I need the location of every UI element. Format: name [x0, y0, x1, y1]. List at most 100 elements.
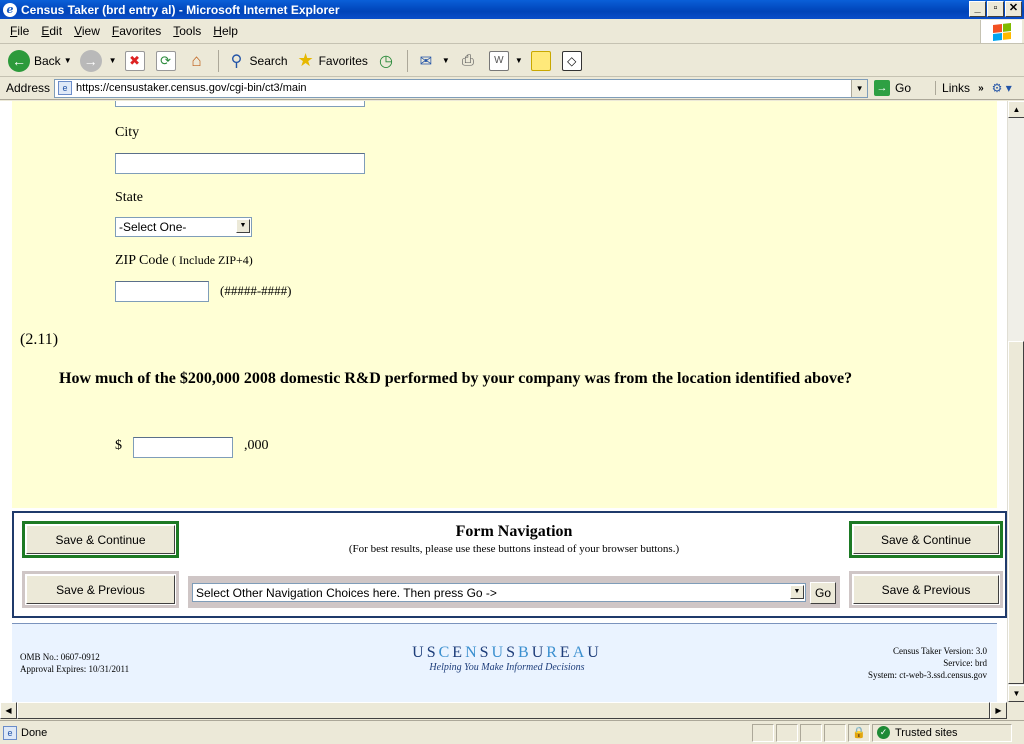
- navigation-go-button[interactable]: Go: [810, 582, 836, 604]
- lock-icon[interactable]: 🔒: [848, 723, 870, 742]
- scroll-left-icon[interactable]: ◀: [0, 702, 17, 719]
- note-icon: [530, 50, 551, 71]
- status-text-area: e Done: [0, 725, 750, 740]
- save-previous-button-left[interactable]: Save & Previous: [26, 575, 175, 604]
- address-input[interactable]: e https://censustaker.census.gov/cgi-bin…: [54, 78, 869, 98]
- forward-button[interactable]: → ▼: [76, 47, 121, 75]
- print-button[interactable]: ⎙: [454, 47, 485, 75]
- notes-button[interactable]: [527, 47, 558, 75]
- question-number: (2.11): [20, 331, 59, 348]
- printer-icon: ⎙: [461, 52, 474, 69]
- trusted-check-icon: ✓: [877, 726, 890, 739]
- minimize-button[interactable]: _: [969, 1, 986, 17]
- close-button[interactable]: ✕: [1005, 1, 1022, 17]
- zip-label: ZIP Code ( Include ZIP+4): [115, 253, 253, 268]
- save-previous-frame-right: Save & Previous: [849, 571, 1003, 608]
- edit-button[interactable]: W ▼: [485, 47, 527, 75]
- logo-tagline: Helping You Make Informed Decisions: [429, 662, 585, 673]
- vertical-scrollbar[interactable]: ▲ ▼: [1007, 101, 1024, 702]
- state-select[interactable]: -Select One- ▼: [115, 217, 252, 237]
- browser-window: e Census Taker (brd entry al) - Microsof…: [0, 0, 1024, 744]
- dollar-sign: $: [115, 438, 122, 453]
- address-url: https://censustaker.census.gov/cgi-bin/c…: [76, 82, 307, 94]
- address-go-button[interactable]: → Go: [874, 80, 911, 96]
- home-button[interactable]: ⌂: [183, 47, 214, 75]
- ie-logo-icon: e: [3, 2, 17, 17]
- menu-favorites[interactable]: Favorites: [106, 24, 167, 38]
- maximize-button[interactable]: ▫: [987, 1, 1004, 17]
- status-cell: [776, 723, 798, 742]
- security-zone[interactable]: ✓ Trusted sites: [872, 723, 1012, 742]
- save-continue-button-left[interactable]: Save & Continue: [26, 525, 175, 554]
- scroll-up-icon[interactable]: ▲: [1008, 101, 1024, 118]
- menu-help[interactable]: Help: [207, 24, 244, 38]
- form-navigation: Save & Continue Form Navigation (For bes…: [12, 511, 1007, 618]
- home-icon: ⌂: [191, 50, 202, 70]
- navigation-select-frame: Select Other Navigation Choices here. Th…: [188, 576, 840, 608]
- scroll-down-icon[interactable]: ▼: [1008, 685, 1024, 702]
- chevron-right-icon[interactable]: »: [978, 83, 984, 94]
- back-arrow-icon: ←: [8, 49, 30, 72]
- refresh-button[interactable]: ⟳: [152, 47, 183, 75]
- census-bureau-logo: USCENSUSBUREAU Helping You Make Informed…: [392, 644, 622, 673]
- amount-input[interactable]: [133, 437, 233, 458]
- address-line-input[interactable]: [115, 101, 365, 107]
- vertical-scroll-thumb[interactable]: [1008, 341, 1024, 684]
- history-button[interactable]: ◷: [372, 47, 403, 75]
- question-text: How much of the $200,000 2008 domestic R…: [59, 370, 853, 387]
- address-dropdown-icon[interactable]: ▼: [851, 79, 868, 97]
- save-continue-frame-left: Save & Continue: [22, 521, 179, 558]
- word-icon: W: [488, 50, 509, 71]
- scroll-right-icon[interactable]: ▶: [990, 702, 1007, 719]
- version-info: Census Taker Version: 3.0 Service: brd S…: [868, 646, 987, 680]
- save-previous-frame-left: Save & Previous: [22, 571, 179, 608]
- save-previous-button-right[interactable]: Save & Previous: [853, 575, 999, 604]
- zip-format-hint: (#####-####): [220, 283, 292, 298]
- favorites-button[interactable]: ★ Favorites: [292, 47, 372, 75]
- zip-input[interactable]: [115, 281, 209, 302]
- windows-logo-icon: [980, 20, 1022, 43]
- stop-icon: ✖: [124, 50, 145, 71]
- zip-hint: ( Include ZIP+4): [172, 253, 253, 267]
- horizontal-scrollbar[interactable]: ◀ ▶: [0, 702, 1007, 719]
- horizontal-scroll-thumb[interactable]: [17, 702, 990, 719]
- chevron-down-icon[interactable]: ▼: [236, 219, 250, 233]
- toolbar-extension-icon[interactable]: ⚙ ▾: [992, 81, 1012, 95]
- omb-info: OMB No.: 0607-0912 Approval Expires: 10/…: [20, 652, 130, 674]
- standard-toolbar: ← Back ▼ → ▼ ✖ ⟳ ⌂ ⚲ Search ★ Favorites ◷ …: [0, 45, 1024, 77]
- stop-button[interactable]: ✖: [121, 47, 152, 75]
- address-bar: Address e https://censustaker.census.gov…: [0, 77, 1024, 100]
- menu-file[interactable]: File: [4, 24, 35, 38]
- messenger-button[interactable]: ◇: [558, 47, 589, 75]
- status-cell: [752, 723, 774, 742]
- menu-view[interactable]: View: [68, 24, 106, 38]
- search-button[interactable]: ⚲ Search: [223, 47, 292, 75]
- page-footer: OMB No.: 0607-0912 Approval Expires: 10/…: [12, 623, 997, 702]
- menu-edit[interactable]: Edit: [35, 24, 68, 38]
- menu-bar: File Edit View Favorites Tools Help: [0, 19, 1024, 44]
- page-icon: e: [58, 81, 73, 95]
- form-area: City State -Select One- ▼ ZIP Code ( Inc…: [12, 101, 997, 508]
- forward-arrow-icon: →: [79, 49, 102, 72]
- links-toolbar[interactable]: Links » ⚙ ▾: [935, 81, 1012, 95]
- go-arrow-icon: →: [874, 80, 891, 96]
- chevron-down-icon[interactable]: ▼: [790, 585, 804, 599]
- scrollbar-corner: [1007, 702, 1024, 719]
- star-icon: ★: [297, 50, 314, 70]
- address-label: Address: [6, 81, 51, 95]
- mail-icon: ✉: [419, 52, 433, 70]
- save-continue-button-right[interactable]: Save & Continue: [853, 525, 999, 554]
- page-viewport: City State -Select One- ▼ ZIP Code ( Inc…: [0, 101, 1007, 702]
- status-bar: e Done 🔒 ✓ Trusted sites: [0, 720, 1024, 744]
- thousands-suffix: ,000: [244, 438, 269, 453]
- navigation-select[interactable]: Select Other Navigation Choices here. Th…: [192, 583, 806, 602]
- status-cell: [800, 723, 822, 742]
- mail-button[interactable]: ✉ ▼: [412, 47, 454, 75]
- history-icon: ◷: [378, 52, 393, 70]
- city-input[interactable]: [115, 153, 365, 174]
- back-button[interactable]: ← Back ▼: [4, 47, 76, 75]
- title-bar[interactable]: e Census Taker (brd entry al) - Microsof…: [0, 0, 1024, 19]
- menu-tools[interactable]: Tools: [167, 24, 207, 38]
- diamond-icon: ◇: [561, 50, 582, 71]
- page-done-icon: e: [3, 725, 17, 740]
